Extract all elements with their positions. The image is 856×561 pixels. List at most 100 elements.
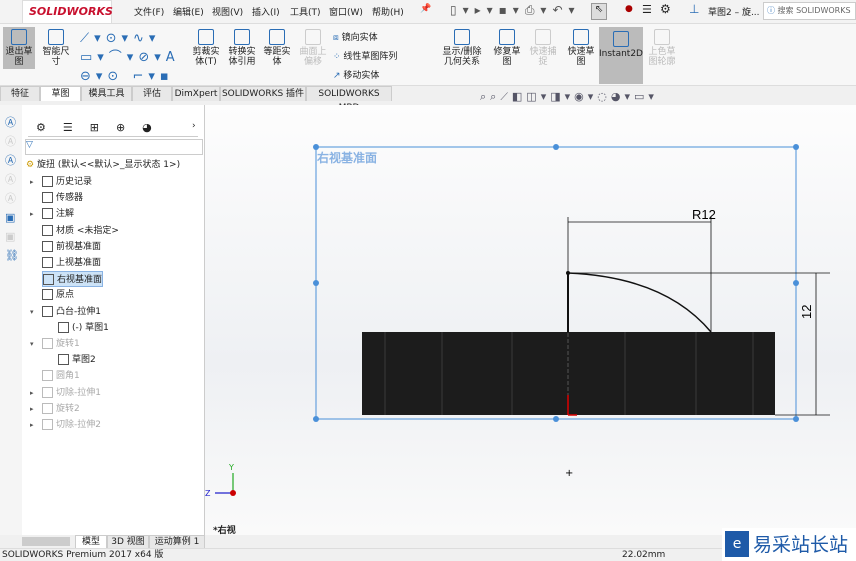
sketch-entity-tools[interactable]: ⟋▾⊙▾∿▾ ▭▾⌒▾⊘▾A ⊖▾⊙ ⌐▾▪ [80, 29, 180, 86]
trim-entities-button[interactable]: 剪裁实体(T) [189, 29, 223, 67]
menu-edit[interactable]: 编辑(E) [173, 5, 204, 18]
collapse-icon[interactable]: ▾ [30, 304, 34, 320]
tree-item[interactable]: 右视基准面 [42, 271, 104, 288]
sensor-icon [42, 192, 53, 204]
tree-item[interactable]: 上视基准面 [42, 255, 101, 271]
tab-motion-study[interactable]: 运动算例 1 [149, 535, 205, 548]
heads-up-view-toolbar[interactable]: ⌕⌕⟋◧◫▾◨▾◉▾◌◕▾▭▾ [480, 90, 658, 104]
rebuild-icon[interactable]: ● [625, 4, 633, 14]
tree-item[interactable]: ▸ 旋转2 [30, 401, 80, 417]
shaded-contours-icon [654, 29, 670, 45]
move-entities-button[interactable]: ↗ 移动实体 [333, 67, 397, 86]
manager-tabs[interactable]: ⚙☰⊞⊕◕ [28, 118, 198, 137]
linear-pattern-button[interactable]: ⁘ 线性草图阵列 [333, 48, 397, 67]
part-icon: ⚙ [26, 160, 35, 170]
cursor-crosshair: + [565, 468, 573, 479]
expand-icon[interactable]: ▸ [30, 385, 34, 401]
tree-item[interactable]: ▸ 切除-拉伸2 [30, 417, 101, 433]
tab-model[interactable]: 模型 [75, 535, 107, 548]
expand-icon[interactable]: ▸ [30, 401, 34, 417]
tree-item[interactable]: 原点 [42, 287, 74, 303]
measurement-readout: 22.02mm [622, 550, 666, 560]
tree-item[interactable]: 圆角1 [42, 368, 80, 384]
tab-solidworks-addins[interactable]: SOLIDWORKS 插件 [220, 86, 306, 101]
cut-extrude-icon [42, 386, 53, 398]
menu-file[interactable]: 文件(F) [134, 5, 164, 18]
tree-item[interactable]: ▸ 历史记录 [30, 174, 92, 190]
pin-icon[interactable]: 📌 [420, 4, 431, 14]
tab-features[interactable]: 特征 [0, 86, 40, 101]
menu-insert[interactable]: 插入(I) [252, 5, 280, 18]
select-icon[interactable]: ⇖ [591, 3, 607, 20]
menu-view[interactable]: 视图(V) [212, 5, 243, 18]
watermark-logo: e 易采站长站 [722, 528, 856, 561]
quick-access-toolbar[interactable]: ▯▾▸▾▪▾⎙▾↶▾ [450, 3, 581, 18]
instant2d-button[interactable]: Instant2D [599, 27, 643, 84]
gear-icon[interactable]: ⚙ [660, 2, 671, 16]
annotation-icons[interactable]: Ⓐ Ⓐ Ⓐ Ⓐ Ⓐ ▣ ▣ ⛓ [0, 105, 22, 265]
tree-item-label: 前视基准面 [56, 241, 102, 252]
solidworks-logo: SOLIDWORKS [22, 0, 113, 24]
material-icon [42, 224, 53, 236]
tab-mold-tools[interactable]: 模具工具 [81, 86, 132, 101]
offset-on-surface-button[interactable]: 曲面上偏移 [296, 29, 330, 67]
plane-icon [42, 240, 53, 252]
annotation-toolbar: Ⓐ Ⓐ Ⓐ Ⓐ Ⓐ ▣ ▣ ⛓ [0, 105, 22, 535]
menu-tools[interactable]: 工具(T) [290, 5, 321, 18]
command-tabs: 特征 草图 模具工具 评估 DimXpert SOLIDWORKS 插件 SOL… [0, 86, 392, 113]
expand-icon[interactable]: ▸ [30, 174, 34, 190]
display-delete-relations-button[interactable]: 显示/删除几何关系 [440, 29, 484, 67]
smart-dimension-icon [48, 29, 64, 45]
tree-item-label: 切除-拉伸1 [56, 387, 101, 398]
tree-item-label: 材质 <未指定> [56, 225, 119, 236]
tab-solidworks-mbd[interactable]: SOLIDWORKS MBD [306, 86, 392, 113]
expand-icon[interactable]: ▸ [30, 206, 34, 222]
sketch-canvas[interactable]: R12 12 + Y Z [205, 105, 856, 535]
tree-item-label: 传感器 [56, 193, 84, 204]
menu-help[interactable]: 帮助(H) [372, 5, 404, 18]
menu-window[interactable]: 窗口(W) [329, 5, 363, 18]
tab-dimxpert[interactable]: DimXpert [172, 86, 220, 101]
plane-icon [42, 257, 53, 268]
command-manager: 退出草图 智能尺寸 ⟋▾⊙▾∿▾ ▭▾⌒▾⊘▾A ⊖▾⊙ ⌐▾▪ 剪裁实体(T) 转… [0, 24, 856, 86]
tree-item[interactable]: (-) 草图1 [58, 320, 109, 336]
tree-item[interactable]: ▸ 切除-拉伸1 [30, 385, 101, 401]
tab-scroll-arrows[interactable] [22, 537, 70, 546]
relations-icon [454, 29, 470, 45]
tree-item[interactable]: 前视基准面 [42, 239, 101, 255]
tree-root[interactable]: ⚙ 旋扭 (默认<<默认>_显示状态 1>) [26, 157, 180, 173]
quick-snaps-button[interactable]: 快速捕捉 [527, 29, 559, 67]
snap-icon [535, 29, 551, 45]
tree-item[interactable]: 草图2 [58, 352, 96, 368]
tab-sketch[interactable]: 草图 [40, 86, 81, 101]
rapid-sketch-button[interactable]: 快速草图 [564, 29, 598, 67]
tree-item-label: 凸台-拉伸1 [56, 306, 101, 317]
smart-dimension-button[interactable]: 智能尺寸 [40, 29, 72, 67]
graphics-area[interactable]: R12 12 + Y Z 右视基准面 *右视 [205, 105, 856, 536]
tree-item[interactable]: ▾ 凸台-拉伸1 [30, 304, 101, 320]
collapse-icon[interactable]: ▾ [30, 336, 34, 352]
mirror-entities-button[interactable]: ⧈ 镜向实体 [333, 29, 397, 48]
repair-sketch-button[interactable]: 修复草图 [490, 29, 524, 67]
offset-surface-icon [305, 29, 321, 45]
tab-3d-view[interactable]: 3D 视图 [107, 535, 149, 548]
tree-item-label: 草图2 [72, 355, 96, 366]
tree-item[interactable]: 材质 <未指定> [42, 223, 119, 239]
tab-evaluate[interactable]: 评估 [132, 86, 172, 101]
convert-entities-button[interactable]: 转换实体引用 [225, 29, 259, 67]
exit-sketch-button[interactable]: 退出草图 [3, 27, 35, 69]
tree-item[interactable]: ▸ 注解 [30, 206, 74, 222]
title-bar: SOLIDWORKS 文件(F) 编辑(E) 视图(V) 插入(I) 工具(T)… [0, 0, 856, 24]
tree-item[interactable]: 传感器 [42, 190, 83, 206]
shaded-sketch-contours-button[interactable]: 上色草图轮廓 [645, 29, 679, 67]
expand-icon[interactable]: ▸ [30, 417, 34, 433]
tree-item[interactable]: ▾ 旋转1 [30, 336, 80, 352]
file-properties-icon[interactable]: ☰ [642, 3, 652, 16]
watermark-text: 易采站长站 [753, 534, 849, 556]
filter-input[interactable]: ▽ [25, 139, 203, 155]
chevron-right-icon[interactable]: › [192, 121, 196, 131]
offset-entities-button[interactable]: 等距实体 [260, 29, 294, 67]
search-input[interactable]: ⓘ 搜索 SOLIDWORKS [763, 2, 856, 20]
model-tabs: 模型 3D 视图 运动算例 1 [0, 535, 205, 548]
fillet-icon [42, 370, 53, 382]
